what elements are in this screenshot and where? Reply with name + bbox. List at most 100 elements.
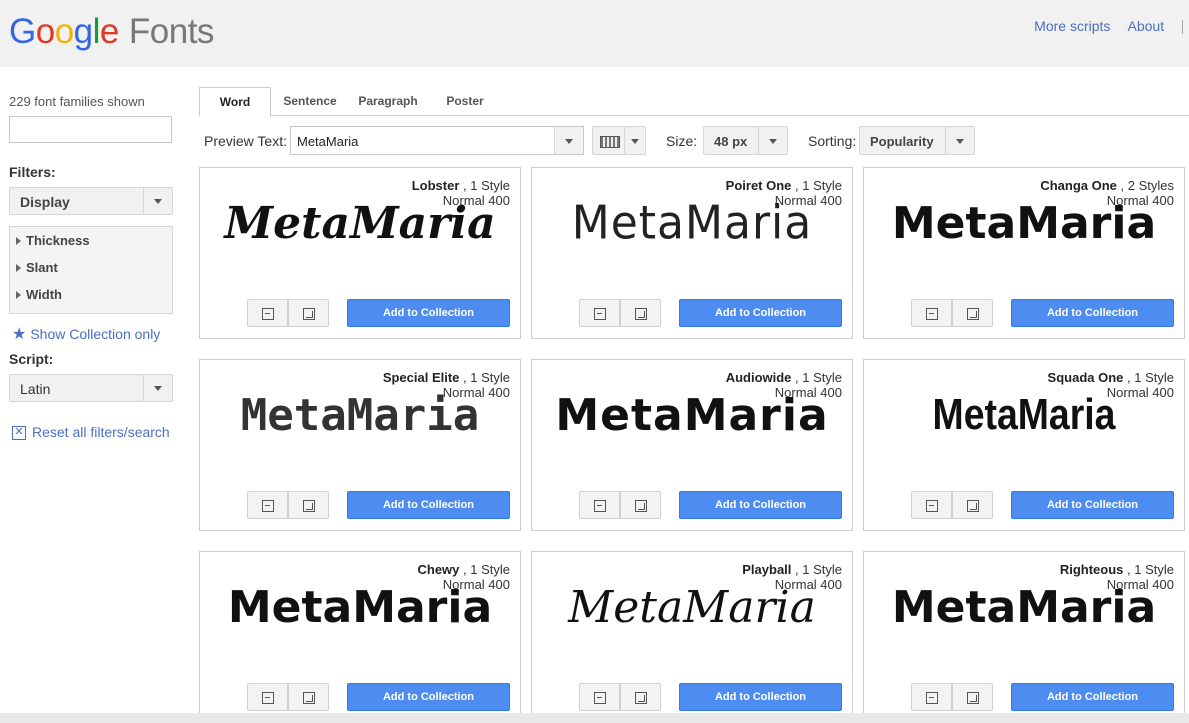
script-select[interactable]: Latin (9, 374, 173, 402)
chevron-down-icon (945, 127, 974, 154)
tab-poster[interactable]: Poster (433, 87, 497, 115)
font-name[interactable]: Special Elite (383, 370, 460, 385)
pop-out-icon (967, 308, 979, 320)
quick-use-button[interactable] (247, 299, 288, 327)
size-label: Size: (666, 133, 698, 149)
top-links: More scripts About (1034, 18, 1189, 35)
font-styles: 1 Style (470, 178, 510, 193)
script-label: Script: (9, 351, 54, 367)
quick-use-icon (926, 692, 938, 704)
pop-out-button[interactable] (288, 299, 329, 327)
quick-use-button[interactable] (247, 683, 288, 711)
pop-out-button[interactable] (620, 683, 661, 711)
font-preview: MetaMaria (932, 390, 1116, 439)
divider (1182, 20, 1189, 35)
tab-sentence[interactable]: Sentence (275, 87, 345, 115)
chevron-down-icon (143, 375, 172, 401)
reset-filters-link[interactable]: ✕ Reset all filters/search (12, 424, 170, 441)
quick-use-button[interactable] (247, 491, 288, 519)
quick-use-button[interactable] (579, 299, 620, 327)
quick-use-icon (926, 500, 938, 512)
sorting-select[interactable]: Popularity (859, 126, 975, 155)
show-collection-link[interactable]: ★ Show Collection only (12, 324, 160, 344)
add-to-collection-button[interactable]: Add to Collection (679, 491, 842, 519)
pop-out-icon (635, 692, 647, 704)
quick-use-button[interactable] (579, 491, 620, 519)
quick-use-icon (926, 308, 938, 320)
font-name[interactable]: Changa One (1040, 178, 1117, 193)
tab-word[interactable]: Word (199, 87, 271, 117)
pop-out-button[interactable] (952, 491, 993, 519)
font-name[interactable]: Squada One (1048, 370, 1124, 385)
category-select[interactable]: Display (9, 187, 173, 215)
font-styles: 1 Style (802, 178, 842, 193)
quick-use-icon (594, 500, 606, 512)
preview-text-input[interactable]: MetaMaria (290, 126, 584, 155)
top-header: Google Fonts More scripts About (0, 0, 1189, 67)
quick-use-icon (594, 692, 606, 704)
quick-use-button[interactable] (579, 683, 620, 711)
quick-use-button[interactable] (911, 299, 952, 327)
search-input[interactable] (9, 116, 172, 143)
font-name[interactable]: Playball (742, 562, 791, 577)
add-to-collection-button[interactable]: Add to Collection (347, 491, 510, 519)
font-name[interactable]: Lobster (412, 178, 460, 193)
more-scripts-link[interactable]: More scripts (1034, 18, 1110, 34)
quick-use-button[interactable] (911, 683, 952, 711)
google-fonts-logo[interactable]: Google Fonts (9, 12, 214, 52)
add-to-collection-button[interactable]: Add to Collection (1011, 491, 1174, 519)
logo-fonts-text: Fonts (128, 12, 215, 51)
font-name[interactable]: Chewy (418, 562, 460, 577)
add-to-collection-button[interactable]: Add to Collection (347, 683, 510, 711)
font-card: Squada One , 1 Style Normal 400 MetaMaria A… (863, 359, 1185, 531)
preview-text-label: Preview Text: (204, 133, 287, 149)
add-to-collection-button[interactable]: Add to Collection (679, 683, 842, 711)
chevron-down-icon[interactable] (554, 127, 583, 154)
font-preview: MetaMaria (568, 582, 816, 633)
size-select[interactable]: 48 px (703, 126, 788, 155)
chevron-down-icon (624, 127, 645, 154)
pop-out-button[interactable] (952, 299, 993, 327)
font-name[interactable]: Audiowide (726, 370, 792, 385)
font-card: Righteous , 1 Style Normal 400 MetaMaria Ad… (863, 551, 1185, 723)
add-to-collection-button[interactable]: Add to Collection (347, 299, 510, 327)
pop-out-button[interactable] (620, 491, 661, 519)
quick-use-icon (262, 308, 274, 320)
keyboard-button[interactable] (592, 126, 646, 155)
quick-use-icon (594, 308, 606, 320)
tab-paragraph[interactable]: Paragraph (349, 87, 427, 115)
pop-out-button[interactable] (288, 491, 329, 519)
add-to-collection-button[interactable]: Add to Collection (1011, 683, 1174, 711)
font-card: Lobster , 1 Style Normal 400 MetaMaria Add … (199, 167, 521, 339)
filters-label: Filters: (9, 164, 56, 180)
close-icon: ✕ (12, 426, 26, 441)
quick-use-button[interactable] (911, 491, 952, 519)
filter-width[interactable]: Width (10, 281, 172, 308)
pop-out-icon (303, 692, 315, 704)
pop-out-button[interactable] (288, 683, 329, 711)
filter-thickness[interactable]: Thickness (10, 227, 172, 254)
triangle-right-icon (16, 264, 21, 272)
pop-out-icon (635, 308, 647, 320)
pop-out-button[interactable] (952, 683, 993, 711)
pop-out-icon (967, 692, 979, 704)
font-name[interactable]: Poiret One (726, 178, 792, 193)
keyboard-icon (600, 136, 620, 148)
sorting-label: Sorting: (808, 133, 857, 149)
about-link[interactable]: About (1128, 18, 1165, 34)
filter-slant[interactable]: Slant (10, 254, 172, 281)
font-name[interactable]: Righteous (1060, 562, 1124, 577)
add-to-collection-button[interactable]: Add to Collection (1011, 299, 1174, 327)
font-preview: MetaMaria (571, 196, 813, 251)
font-count: 229 font families shown (9, 94, 145, 109)
add-to-collection-button[interactable]: Add to Collection (679, 299, 842, 327)
pop-out-icon (635, 500, 647, 512)
pop-out-icon (303, 308, 315, 320)
font-styles: 1 Style (470, 562, 510, 577)
triangle-right-icon (16, 237, 21, 245)
pop-out-icon (967, 500, 979, 512)
scrollbar-track[interactable] (0, 713, 1189, 723)
pop-out-button[interactable] (620, 299, 661, 327)
quick-use-icon (262, 692, 274, 704)
font-preview: MetaMaria (227, 582, 493, 633)
